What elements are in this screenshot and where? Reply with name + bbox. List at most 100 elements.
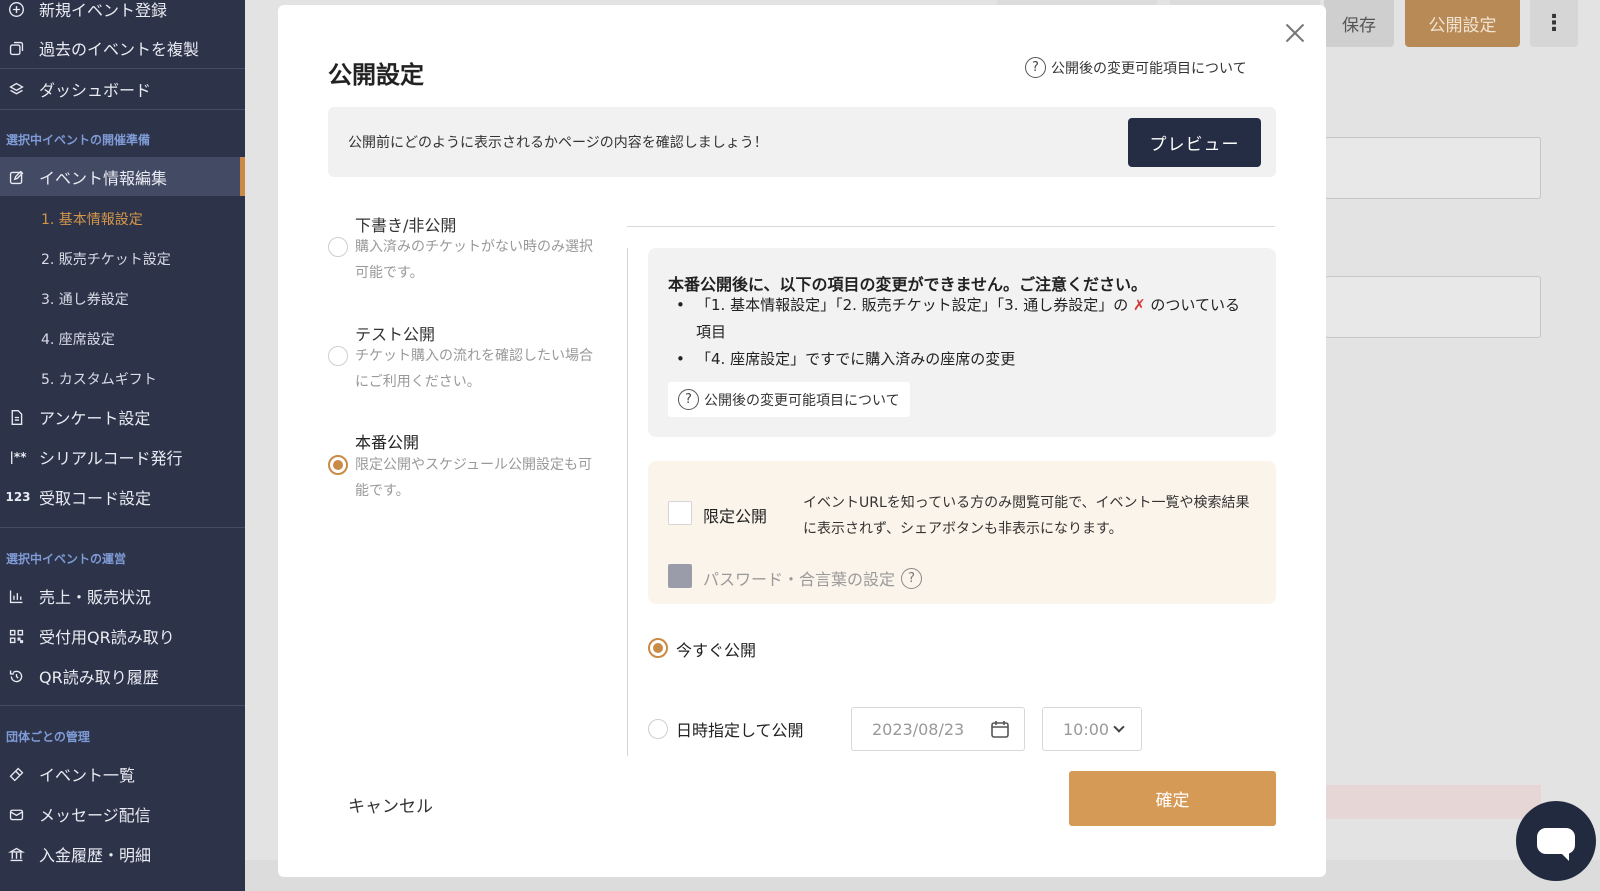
sidebar-item-label: 受取コード設定 — [39, 489, 152, 508]
limited-publish-label: 限定公開 — [703, 507, 768, 526]
background-field — [1325, 276, 1541, 338]
sidebar-item-label: 過去のイベントを複製 — [39, 40, 200, 59]
publish-settings-modal: 公開設定 ? 公開後の変更可能項目について 公開前にどのように表示されるかページ… — [278, 5, 1326, 877]
sidebar-divider — [0, 527, 245, 528]
question-icon[interactable]: ? — [901, 567, 923, 589]
sidebar-item-sales[interactable]: 売上・販売状況 — [0, 581, 245, 611]
publish-now-label: 今すぐ公開 — [676, 641, 757, 660]
sidebar-item-duplicate-event[interactable]: 過去のイベントを複製 — [0, 33, 245, 63]
save-button[interactable]: 保存 — [1324, 0, 1394, 47]
sidebar-item-receive-code[interactable]: 123 受取コード設定 — [0, 482, 245, 512]
warning-item-text: 「1. 基本情報設定」「2. 販売チケット設定」「3. 通し券設定」の — [696, 296, 1129, 314]
chat-button[interactable] — [1516, 801, 1596, 881]
password-label-text: パスワード・合言葉の設定 — [703, 570, 896, 589]
sidebar-item-label: イベント情報編集 — [39, 169, 168, 188]
bank-icon — [6, 844, 26, 864]
sidebar-divider — [0, 68, 245, 69]
modal-title: 公開設定 — [328, 61, 424, 89]
option-test-title: テスト公開 — [355, 325, 436, 344]
close-icon[interactable] — [1281, 19, 1309, 47]
sidebar-item-survey[interactable]: アンケート設定 — [0, 402, 245, 432]
limited-publish-desc: イベントURLを知っている方のみ閲覧可能で、イベント一覧や検索結果に表示されず、… — [803, 495, 1250, 537]
sidebar-item-label: シリアルコード発行 — [39, 449, 183, 468]
sidebar-sub-seats[interactable]: 4. 座席設定 — [41, 329, 115, 349]
calendar-icon — [991, 721, 1009, 738]
help-link-label: 公開後の変更可能項目について — [1051, 60, 1247, 77]
background-field — [1325, 137, 1541, 199]
confirm-button[interactable]: 確定 — [1069, 771, 1276, 826]
sidebar-item-label: 売上・販売状況 — [39, 588, 152, 607]
radio-draft[interactable] — [328, 237, 348, 257]
warning-help-link[interactable]: ? 公開後の変更可能項目について — [668, 382, 910, 417]
radio-test[interactable] — [328, 346, 348, 366]
date-input[interactable]: 2023/08/23 — [851, 707, 1025, 751]
sidebar-item-label: 受付用QR読み取り — [39, 628, 175, 647]
option-test-desc: チケット購入の流れを確認したい場合にご利用ください。 — [355, 348, 593, 390]
sidebar-divider — [0, 705, 245, 706]
code-123-icon: 123 — [5, 490, 31, 504]
sidebar-item-messages[interactable]: メッセージ配信 — [0, 799, 245, 829]
mail-icon — [6, 804, 26, 824]
bar-chart-icon — [6, 586, 26, 606]
warning-box: 本番公開後に、以下の項目の変更ができません。ご注意ください。 「1. 基本情報設… — [648, 248, 1276, 437]
sidebar-item-label: アンケート設定 — [39, 409, 151, 428]
sidebar-item-qr-history[interactable]: QR読み取り履歴 — [0, 661, 245, 691]
qr-icon — [6, 626, 26, 646]
sidebar-item-label: ダッシュボード — [39, 81, 152, 100]
option-production-title: 本番公開 — [355, 433, 420, 452]
password-checkbox — [668, 564, 692, 588]
date-input-value: 2023/08/23 — [872, 719, 965, 739]
sidebar-item-label: メッセージ配信 — [39, 806, 151, 825]
time-select-value: 10:00 — [1063, 719, 1110, 739]
sidebar-item-qr-reader[interactable]: 受付用QR読み取り — [0, 621, 245, 651]
sidebar-item-dashboard[interactable]: ダッシュボード — [0, 74, 245, 104]
sidebar-sub-custom-gift[interactable]: 5. カスタムギフト — [41, 369, 157, 389]
limited-publish-checkbox[interactable] — [668, 501, 692, 525]
option-draft-title: 下書き/非公開 — [355, 216, 457, 235]
sidebar-item-label: 新規イベント登録 — [39, 1, 168, 20]
sidebar-item-payments[interactable]: 入金履歴・明細 — [0, 839, 245, 869]
warning-item: 「4. 座席設定」ですでに購入済みの座席の変更 — [676, 346, 1253, 373]
sidebar-item-event-list[interactable]: イベント一覧 — [0, 759, 245, 789]
warning-item-text: 「4. 座席設定」ですでに購入済みの座席の変更 — [696, 350, 1016, 368]
no-edit-mark-icon: ✗ — [1133, 296, 1146, 314]
serial-icon: |** — [9, 450, 27, 464]
layers-icon — [6, 79, 26, 99]
radio-publish-scheduled[interactable] — [648, 719, 668, 739]
question-icon: ? — [1025, 57, 1046, 78]
divider — [627, 248, 628, 756]
preview-banner: 公開前にどのように表示されるかページの内容を確認しましょう！ プレビュー — [328, 107, 1276, 177]
warning-item: 「1. 基本情報設定」「2. 販売チケット設定」「3. 通し券設定」の ✗ のつ… — [676, 292, 1253, 346]
sidebar-divider — [0, 109, 245, 110]
sidebar-item-serial-code[interactable]: |** シリアルコード発行 — [0, 442, 245, 472]
sidebar-section-prep: 選択中イベントの開催準備 — [6, 133, 151, 147]
edit-icon — [6, 167, 26, 187]
option-draft-desc: 購入済みのチケットがない時のみ選択可能です。 — [355, 239, 593, 281]
more-menu-icon[interactable]: ⋮ — [1530, 0, 1578, 47]
copy-icon — [6, 38, 26, 58]
preview-button[interactable]: プレビュー — [1128, 118, 1261, 167]
sidebar-item-new-event[interactable]: 新規イベント登録 — [0, 0, 245, 24]
sidebar-sub-tickets[interactable]: 2. 販売チケット設定 — [41, 249, 171, 269]
help-link[interactable]: ? 公開後の変更可能項目について — [1025, 57, 1247, 78]
publish-settings-button[interactable]: 公開設定 — [1405, 0, 1520, 47]
sidebar-sub-basic-info[interactable]: 1. 基本情報設定 — [41, 209, 143, 229]
plus-circle-icon — [6, 0, 26, 19]
option-production-desc: 限定公開やスケジュール公開設定も可能です。 — [355, 457, 593, 499]
sidebar-sub-season-pass[interactable]: 3. 通し券設定 — [41, 289, 129, 309]
document-icon — [6, 407, 26, 427]
password-label: パスワード・合言葉の設定 ? — [703, 566, 927, 590]
time-select[interactable]: 10:00 — [1042, 707, 1142, 751]
preview-text: 公開前にどのように表示されるかページの内容を確認しましょう！ — [348, 135, 768, 151]
cancel-button[interactable]: キャンセル — [348, 792, 433, 817]
sidebar-item-label: 入金履歴・明細 — [39, 846, 152, 865]
publish-scheduled-label: 日時指定して公開 — [676, 721, 804, 740]
sidebar-item-event-edit[interactable]: イベント情報編集 — [0, 162, 245, 192]
ticket-icon — [6, 764, 26, 784]
radio-production[interactable] — [328, 455, 348, 475]
history-icon — [6, 666, 26, 686]
chat-bubble-icon — [1537, 828, 1575, 861]
divider — [627, 226, 1275, 227]
chevron-down-icon — [1113, 720, 1125, 733]
radio-publish-now[interactable] — [648, 638, 668, 658]
